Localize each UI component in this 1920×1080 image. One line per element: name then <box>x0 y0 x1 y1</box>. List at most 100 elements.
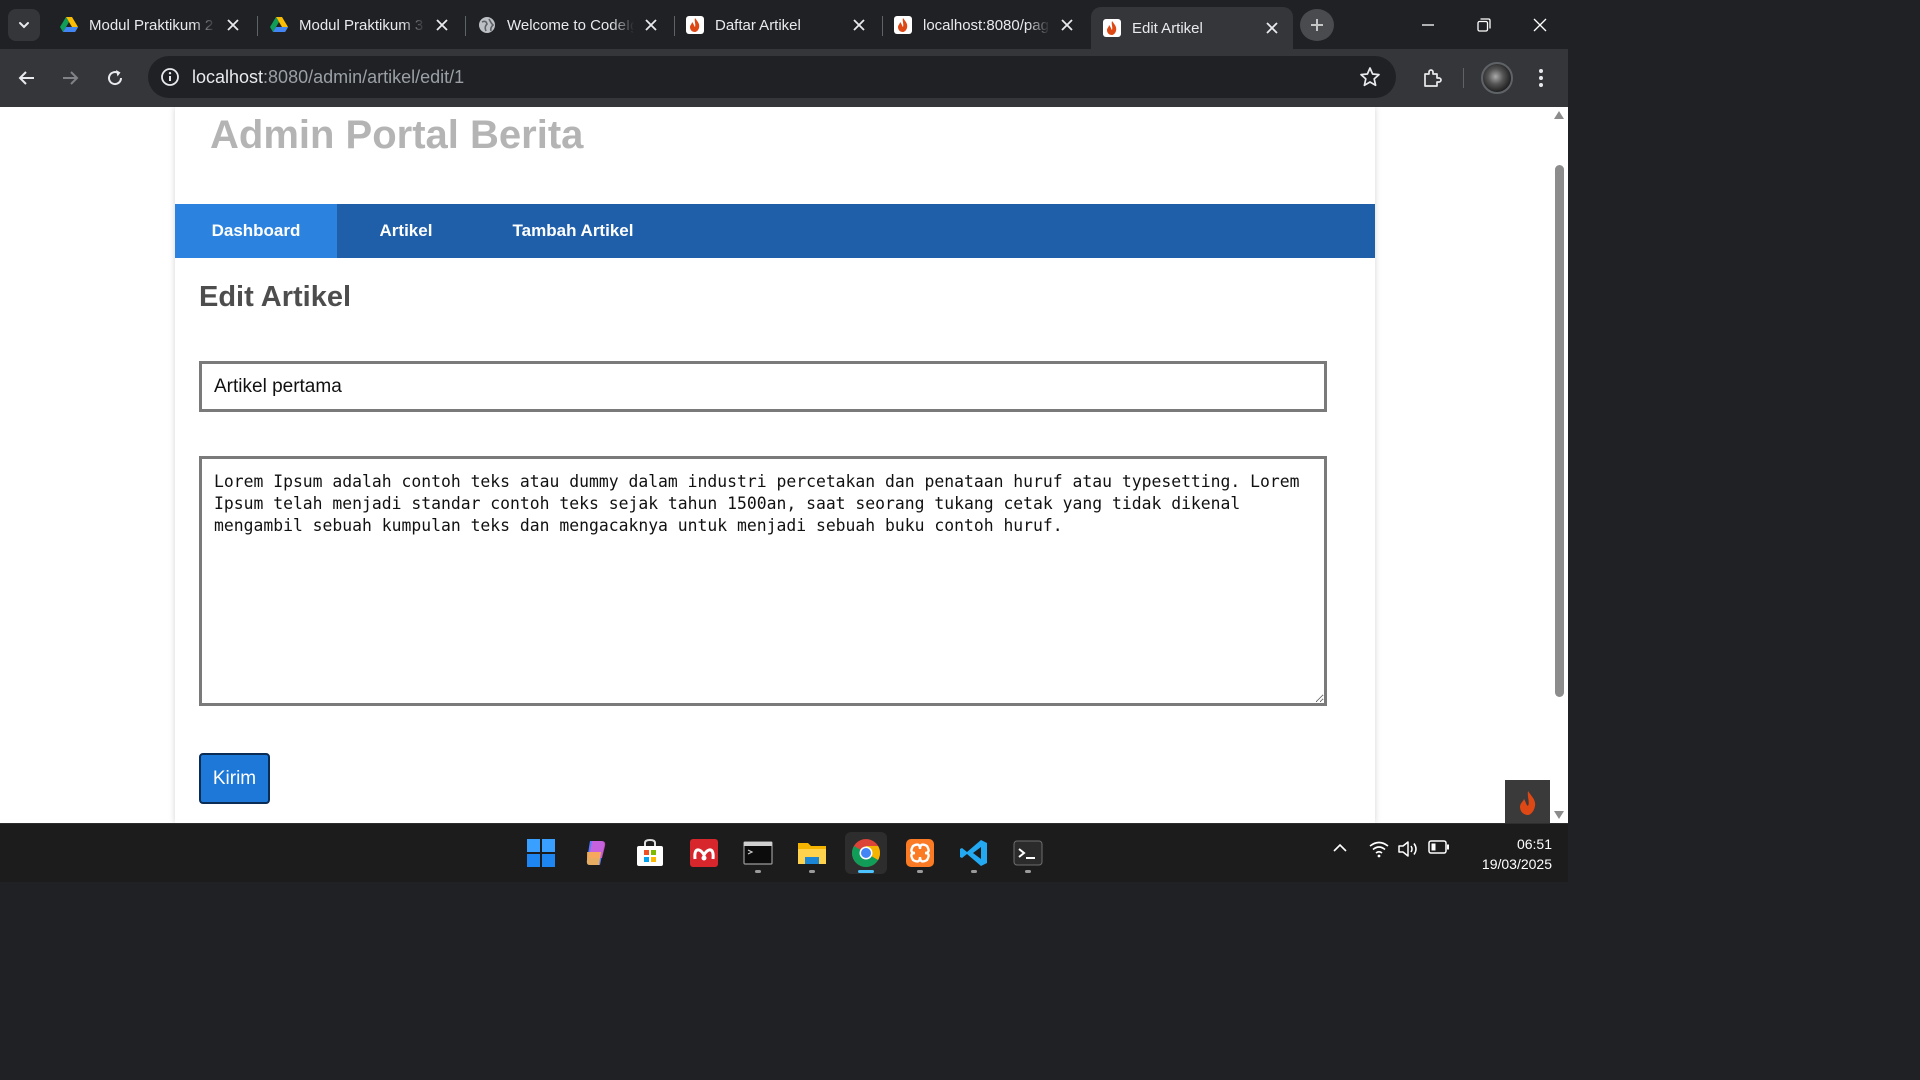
start-icon <box>527 839 555 867</box>
extensions-button[interactable] <box>1416 62 1448 94</box>
site-info-icon[interactable] <box>160 67 180 87</box>
command-prompt-button[interactable] <box>737 832 779 874</box>
browser-tab-strip: Modul Praktikum 2 Modul Praktikum 3 Welc… <box>0 0 1568 49</box>
vscode-button[interactable] <box>953 832 995 874</box>
tab-title: localhost:8080/page <box>923 16 1050 34</box>
running-indicator <box>858 870 874 873</box>
running-indicator <box>809 870 815 873</box>
bookmark-star-icon[interactable] <box>1359 66 1381 88</box>
site-title: Admin Portal Berita <box>210 113 584 157</box>
windows-taskbar: 06:51 19/03/2025 <box>0 823 1568 882</box>
clock-date: 19/03/2025 <box>1481 856 1552 872</box>
volume-button[interactable] <box>1398 840 1420 858</box>
article-title-input[interactable] <box>199 361 1327 412</box>
browser-tab[interactable]: Modul Praktikum 3 <box>258 8 463 42</box>
copilot-button[interactable] <box>575 832 617 874</box>
restore-icon <box>1477 17 1491 32</box>
mendeley-button[interactable] <box>683 832 725 874</box>
google-drive-icon <box>60 16 78 34</box>
back-button[interactable] <box>11 62 43 94</box>
puzzle-icon <box>1424 69 1442 87</box>
article-content-textarea[interactable]: Lorem Ipsum adalah contoh teks atau dumm… <box>199 456 1327 706</box>
codeigniter-icon <box>1103 19 1121 37</box>
browser-tab[interactable]: Modul Praktikum 2 <box>48 8 254 42</box>
chrome-button[interactable] <box>845 832 887 874</box>
browser-menu-button[interactable] <box>1525 62 1557 94</box>
url-path: :8080/admin/artikel/edit/1 <box>263 67 465 87</box>
tab-title: Welcome to CodeIgniter <box>507 16 634 34</box>
close-icon[interactable] <box>642 16 660 34</box>
file-explorer-icon <box>798 843 826 864</box>
new-tab-button[interactable] <box>1300 9 1334 41</box>
url-text[interactable]: localhost:8080/admin/artikel/edit/1 <box>192 67 464 88</box>
browser-toolbar: localhost:8080/admin/artikel/edit/1 <box>0 49 1568 107</box>
running-indicator <box>755 870 761 873</box>
page-viewport: Admin Portal Berita Dashboard Artikel Ta… <box>0 107 1568 823</box>
microsoft-store-icon <box>637 838 663 866</box>
terminal-icon <box>1013 840 1043 866</box>
scrollbar-thumb[interactable] <box>1555 165 1564 697</box>
network-button[interactable] <box>1369 840 1389 858</box>
copilot-icon <box>586 841 606 865</box>
chrome-icon <box>852 839 880 867</box>
arrow-right-icon <box>63 71 79 85</box>
main-nav: Dashboard Artikel Tambah Artikel <box>175 204 1375 258</box>
tab-title: Daftar Artikel <box>715 16 801 34</box>
tab-title: Modul Praktikum 3 <box>299 16 424 34</box>
more-vertical-icon <box>1539 69 1543 87</box>
toolbar-divider <box>1463 68 1464 88</box>
restore-button[interactable] <box>1456 0 1512 49</box>
google-drive-icon <box>270 16 288 34</box>
globe-icon <box>478 16 496 34</box>
plus-icon <box>1311 19 1323 31</box>
nav-item-dashboard[interactable]: Dashboard <box>175 204 337 258</box>
vscode-icon <box>960 840 987 866</box>
profile-avatar[interactable] <box>1481 62 1513 94</box>
forward-button[interactable] <box>54 62 86 94</box>
mendeley-icon <box>690 839 718 867</box>
speaker-icon <box>1398 841 1417 857</box>
reload-button[interactable] <box>99 62 131 94</box>
battery-button[interactable] <box>1428 840 1450 854</box>
reload-icon <box>108 70 123 86</box>
minimize-icon <box>1422 23 1434 26</box>
wifi-icon <box>1369 841 1389 858</box>
scroll-up-arrow-icon[interactable] <box>1554 111 1564 119</box>
nav-item-tambah-artikel[interactable]: Tambah Artikel <box>475 204 671 258</box>
running-indicator <box>1025 870 1031 873</box>
minimize-button[interactable] <box>1400 0 1456 49</box>
codeigniter-debug-toolbar-toggle[interactable] <box>1505 780 1550 823</box>
page-scrollbar[interactable] <box>1550 107 1568 823</box>
xampp-icon <box>906 839 934 867</box>
running-indicator <box>917 870 923 873</box>
close-icon[interactable] <box>1058 16 1076 34</box>
terminal-button[interactable] <box>1007 832 1049 874</box>
address-bar[interactable]: localhost:8080/admin/artikel/edit/1 <box>148 56 1396 98</box>
url-host: localhost <box>192 67 264 87</box>
nav-item-artikel[interactable]: Artikel <box>337 204 475 258</box>
browser-tab[interactable]: Welcome to CodeIgniter <box>466 8 672 42</box>
scroll-down-arrow-icon[interactable] <box>1554 811 1564 819</box>
show-hidden-icons-button[interactable] <box>1332 840 1348 856</box>
browser-tab-active[interactable]: Edit Artikel <box>1091 7 1293 49</box>
start-button[interactable] <box>520 832 562 874</box>
tab-search-button[interactable] <box>8 9 40 41</box>
close-icon[interactable] <box>850 16 868 34</box>
submit-button[interactable]: Kirim <box>199 753 270 804</box>
close-icon[interactable] <box>224 16 242 34</box>
xampp-button[interactable] <box>899 832 941 874</box>
microsoft-store-button[interactable] <box>629 832 671 874</box>
browser-tab[interactable]: Daftar Artikel <box>674 8 880 42</box>
clock-time: 06:51 <box>1516 836 1552 852</box>
command-prompt-icon <box>743 841 773 865</box>
close-icon <box>1533 18 1547 31</box>
chevron-down-icon <box>19 22 29 29</box>
tab-title: Modul Praktikum 2 <box>89 16 214 34</box>
browser-tab[interactable]: localhost:8080/page <box>882 8 1088 42</box>
close-icon[interactable] <box>433 16 451 34</box>
file-explorer-button[interactable] <box>791 832 833 874</box>
close-window-button[interactable] <box>1512 0 1568 49</box>
close-icon[interactable] <box>1263 19 1281 37</box>
page-title: Edit Artikel <box>199 281 352 313</box>
system-clock[interactable]: 06:51 19/03/2025 <box>1462 834 1552 874</box>
